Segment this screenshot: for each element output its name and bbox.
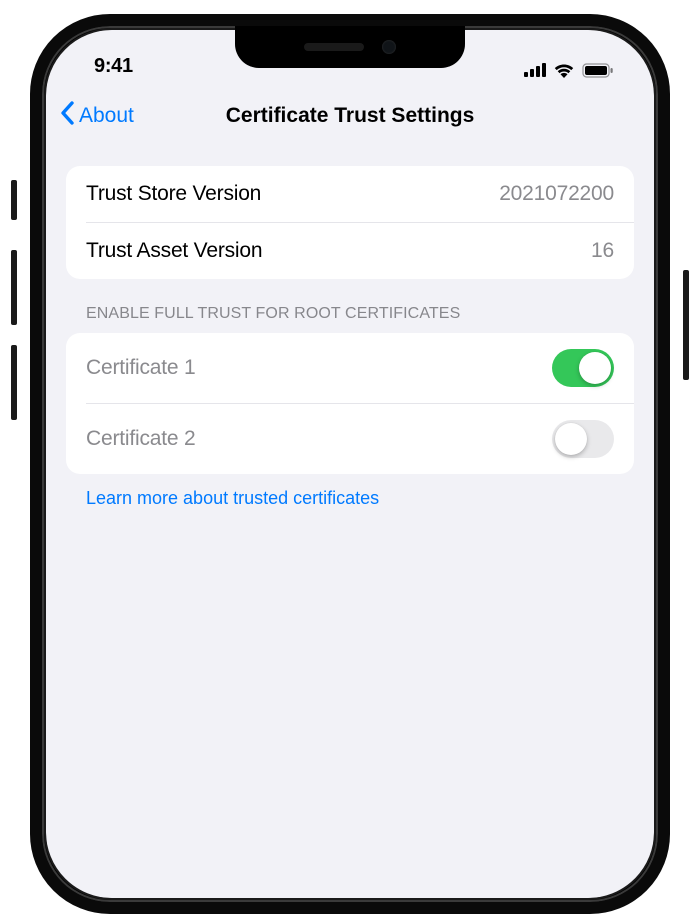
screen: 9:41 <box>46 30 654 898</box>
certificate-1-label: Certificate 1 <box>86 356 195 380</box>
phone-power-button <box>683 270 689 380</box>
trust-asset-version-row: Trust Asset Version 16 <box>86 222 634 279</box>
phone-notch <box>235 26 465 68</box>
trust-store-version-value: 2021072200 <box>499 182 614 206</box>
page-title: Certificate Trust Settings <box>62 104 638 128</box>
nav-bar: About Certificate Trust Settings <box>46 84 654 148</box>
certificate-2-label: Certificate 2 <box>86 427 195 451</box>
trust-store-version-label: Trust Store Version <box>86 182 261 206</box>
front-camera <box>382 40 396 54</box>
phone-volume-up <box>11 250 17 325</box>
speaker-grille <box>304 43 364 51</box>
certificates-group: Certificate 1 Certificate 2 <box>66 333 634 474</box>
status-time: 9:41 <box>94 55 133 78</box>
certificate-2-toggle[interactable] <box>552 420 614 458</box>
status-icons <box>524 62 614 78</box>
trust-asset-version-value: 16 <box>591 239 614 263</box>
phone-frame: 9:41 <box>30 14 670 914</box>
cellular-icon <box>524 63 546 77</box>
phone-mute-switch <box>11 180 17 220</box>
trust-store-version-row: Trust Store Version 2021072200 <box>66 166 634 222</box>
chevron-left-icon <box>60 101 79 131</box>
certificate-1-toggle[interactable] <box>552 349 614 387</box>
battery-icon <box>582 63 614 78</box>
learn-more-link[interactable]: Learn more about trusted certificates <box>66 474 634 509</box>
phone-volume-down <box>11 345 17 420</box>
wifi-icon <box>553 62 575 78</box>
certificate-row-1: Certificate 1 <box>66 333 634 403</box>
trust-section-header: ENABLE FULL TRUST FOR ROOT CERTIFICATES <box>66 279 634 333</box>
back-label: About <box>79 104 134 128</box>
trust-asset-version-label: Trust Asset Version <box>86 239 262 263</box>
version-group: Trust Store Version 2021072200 Trust Ass… <box>66 166 634 279</box>
back-button[interactable]: About <box>60 101 134 131</box>
certificate-row-2: Certificate 2 <box>86 403 634 474</box>
